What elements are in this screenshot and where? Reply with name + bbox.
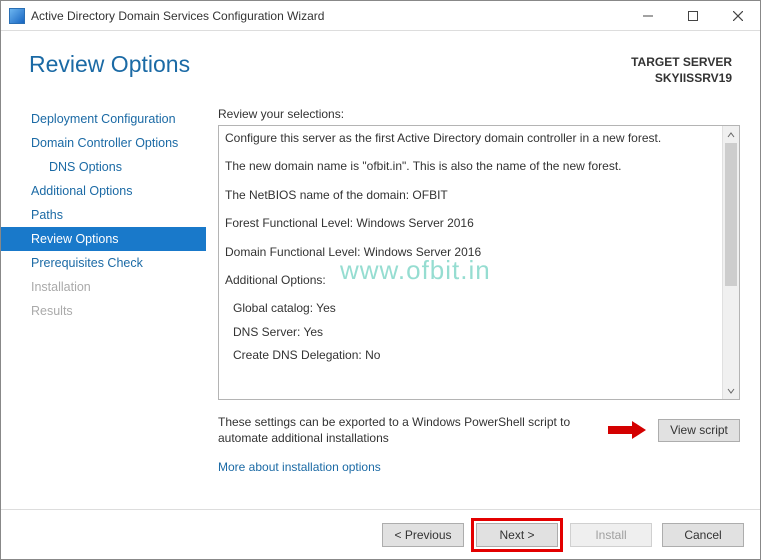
previous-button[interactable]: < Previous [382,523,464,547]
review-content: Configure this server as the first Activ… [219,126,722,399]
cancel-button[interactable]: Cancel [662,523,744,547]
export-row: These settings can be exported to a Wind… [218,414,740,446]
annotation-arrow-icon [608,422,648,438]
chevron-up-icon [727,131,735,139]
review-line: Create DNS Delegation: No [225,347,716,364]
review-line: Configure this server as the first Activ… [225,130,716,147]
export-text: These settings can be exported to a Wind… [218,414,598,446]
target-server-value: SKYIISSRV19 [631,71,732,87]
more-link[interactable]: More about installation options [218,460,740,474]
review-line: The new domain name is "ofbit.in". This … [225,158,716,175]
wizard-nav: Deployment ConfigurationDomain Controlle… [1,101,206,509]
close-button[interactable] [715,1,760,31]
scroll-track[interactable] [723,143,739,382]
nav-item-prerequisites-check[interactable]: Prerequisites Check [1,251,206,275]
review-line: Global catalog: Yes [225,300,716,317]
wizard-header: Review Options TARGET SERVER SKYIISSRV19 [1,31,760,101]
review-line: Additional Options: [225,272,716,289]
review-line: Domain Functional Level: Windows Server … [225,244,716,261]
main-panel: Review your selections: Configure this s… [206,101,760,509]
view-script-button[interactable]: View script [658,419,740,442]
nav-item-deployment-configuration[interactable]: Deployment Configuration [1,107,206,131]
review-instruction: Review your selections: [218,107,740,121]
nav-item-domain-controller-options[interactable]: Domain Controller Options [1,131,206,155]
review-line: Forest Functional Level: Windows Server … [225,215,716,232]
page-title: Review Options [29,51,190,78]
install-button[interactable]: Install [570,523,652,547]
target-server-block: TARGET SERVER SKYIISSRV19 [631,51,732,86]
chevron-down-icon [727,387,735,395]
nav-item-additional-options[interactable]: Additional Options [1,179,206,203]
nav-item-review-options[interactable]: Review Options [1,227,206,251]
nav-item-dns-options[interactable]: DNS Options [1,155,206,179]
maximize-icon [688,11,698,21]
target-server-label: TARGET SERVER [631,55,732,71]
review-line: DNS Server: Yes [225,324,716,341]
titlebar: Active Directory Domain Services Configu… [1,1,760,31]
nav-item-installation: Installation [1,275,206,299]
nav-item-paths[interactable]: Paths [1,203,206,227]
scroll-thumb[interactable] [725,143,737,286]
next-highlight: Next > [474,521,560,549]
nav-item-results: Results [1,299,206,323]
scroll-up-button[interactable] [723,126,739,143]
minimize-icon [643,11,653,21]
scrollbar[interactable] [722,126,739,399]
app-icon [9,8,25,24]
window-title: Active Directory Domain Services Configu… [31,9,324,23]
minimize-button[interactable] [625,1,670,31]
wizard-footer: < Previous Next > Install Cancel [1,509,760,559]
review-textbox[interactable]: Configure this server as the first Activ… [218,125,740,400]
scroll-down-button[interactable] [723,382,739,399]
review-line: The NetBIOS name of the domain: OFBIT [225,187,716,204]
next-button[interactable]: Next > [476,523,558,547]
close-icon [733,11,743,21]
maximize-button[interactable] [670,1,715,31]
